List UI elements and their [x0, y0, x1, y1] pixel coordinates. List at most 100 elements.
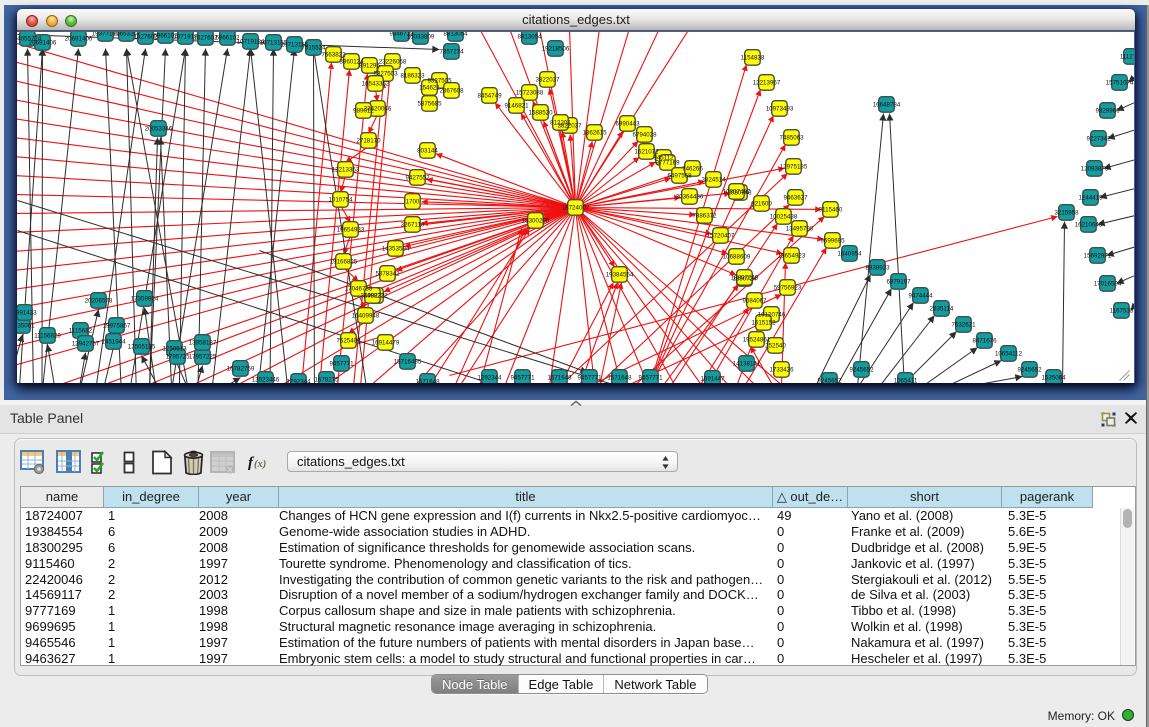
svg-text:8471676: 8471676: [972, 338, 997, 345]
svg-text:6497568: 6497568: [667, 173, 692, 180]
svg-text:3822037: 3822037: [535, 77, 560, 84]
svg-text:9329966: 9329966: [1095, 108, 1120, 115]
svg-text:14353594: 14353594: [382, 246, 410, 253]
svg-text:1065411: 1065411: [894, 378, 918, 384]
svg-text:9084067: 9084067: [742, 298, 767, 305]
svg-text:13654923: 13654923: [778, 253, 806, 260]
svg-text:9227342: 9227342: [1086, 136, 1111, 143]
svg-text:11156829: 11156829: [34, 333, 61, 340]
svg-text:1250513: 1250513: [162, 346, 187, 353]
svg-text:1640954: 1640954: [837, 251, 862, 258]
svg-text:1292344: 1292344: [477, 375, 502, 382]
svg-text:5875685: 5875685: [417, 101, 442, 108]
svg-text:9463627: 9463627: [783, 195, 808, 202]
svg-text:621600: 621600: [751, 201, 772, 208]
svg-text:7515524: 7515524: [301, 45, 326, 52]
svg-text:9457771: 9457771: [329, 361, 354, 368]
svg-text:59756923: 59756923: [774, 285, 802, 292]
svg-text:19384554: 19384554: [606, 272, 634, 279]
svg-text:1535064: 1535064: [1041, 375, 1066, 382]
svg-text:13958187: 13958187: [189, 340, 217, 347]
svg-text:8813054: 8813054: [443, 32, 468, 38]
svg-text:12975185: 12975185: [780, 164, 808, 171]
svg-text:746266: 746266: [682, 166, 703, 173]
svg-text:16120746: 16120746: [758, 312, 786, 319]
svg-text:1010754: 1010754: [328, 197, 353, 204]
svg-text:9699695: 9699695: [820, 238, 845, 245]
svg-text:1795725: 1795725: [165, 354, 190, 361]
svg-text:10025438: 10025438: [770, 214, 798, 221]
svg-text:12213363: 12213363: [332, 167, 360, 174]
svg-text:9115460: 9115460: [819, 207, 843, 214]
svg-text:(x): (x): [254, 459, 266, 470]
svg-text:7663822: 7663822: [321, 52, 346, 59]
svg-text:19975867: 19975867: [103, 323, 131, 330]
svg-text:1571648: 1571648: [415, 379, 440, 384]
svg-text:15716485: 15716485: [394, 359, 422, 366]
svg-text:1615152: 1615152: [751, 320, 776, 327]
svg-text:1244415: 1244415: [1078, 195, 1103, 202]
svg-text:16033809: 16033809: [407, 34, 435, 41]
svg-text:16648784: 16648784: [873, 102, 901, 109]
svg-text:10807487: 10807487: [723, 189, 751, 196]
svg-text:9457771: 9457771: [510, 375, 535, 382]
svg-text:15720407: 15720407: [707, 233, 735, 240]
svg-text:9245652: 9245652: [817, 378, 842, 384]
svg-text:9457771: 9457771: [638, 375, 663, 382]
svg-text:9474444: 9474444: [908, 293, 933, 300]
svg-text:19166825: 19166825: [330, 259, 358, 266]
svg-text:16782759: 16782759: [227, 366, 255, 373]
svg-text:19218506: 19218506: [542, 46, 570, 53]
svg-text:3498222: 3498222: [360, 293, 385, 300]
svg-text:8186323: 8186323: [400, 73, 425, 80]
svg-text:12942757: 12942757: [72, 341, 100, 348]
svg-text:891295: 891295: [359, 63, 380, 70]
svg-text:6879197: 6879197: [886, 279, 911, 286]
svg-text:9245652: 9245652: [849, 367, 874, 374]
svg-text:13495798: 13495798: [786, 226, 814, 233]
svg-text:3824514: 3824514: [701, 177, 726, 184]
svg-text:1435061: 1435061: [17, 323, 35, 330]
svg-text:1112733: 1112733: [1120, 54, 1134, 61]
svg-text:1691447: 1691447: [700, 376, 725, 383]
svg-text:3215958: 3215958: [1054, 210, 1079, 217]
svg-text:3267110: 3267110: [401, 222, 425, 229]
svg-text:23226058: 23226058: [379, 59, 407, 66]
svg-text:19654933: 19654933: [337, 227, 365, 234]
svg-text:12505135: 12505135: [128, 344, 156, 351]
svg-text:989012: 989012: [353, 108, 374, 115]
svg-text:9245652: 9245652: [1017, 367, 1042, 374]
svg-text:16210643: 16210643: [1075, 222, 1103, 229]
svg-text:12213967: 12213967: [753, 80, 781, 87]
svg-text:12093873: 12093873: [1081, 166, 1109, 173]
svg-text:1571648: 1571648: [547, 375, 572, 382]
svg-text:803144: 803144: [417, 148, 438, 155]
svg-text:9777169: 9777169: [655, 160, 680, 167]
svg-text:10654112: 10654112: [995, 351, 1023, 358]
svg-text:8813054: 8813054: [517, 34, 542, 41]
svg-text:18807249: 18807249: [731, 275, 759, 282]
svg-text:20206578: 20206578: [85, 298, 113, 305]
svg-text:10688609: 10688609: [723, 254, 751, 261]
svg-text:16409948: 16409948: [352, 313, 380, 320]
svg-text:252540: 252540: [765, 343, 786, 350]
svg-text:9427552: 9427552: [405, 175, 430, 182]
svg-text:5878342: 5878342: [375, 271, 400, 278]
svg-text:8454749: 8454749: [477, 93, 502, 100]
svg-text:9457771: 9457771: [577, 375, 602, 382]
svg-text:10973493: 10973493: [766, 106, 794, 113]
svg-text:7357274: 7357274: [439, 49, 464, 56]
svg-text:15751074: 15751074: [1106, 80, 1134, 87]
svg-text:6794028: 6794028: [632, 132, 657, 139]
svg-text:15692971: 15692971: [1084, 253, 1112, 260]
svg-text:1991433: 1991433: [17, 310, 37, 317]
svg-text:1115682: 1115682: [69, 328, 93, 335]
svg-text:20053346: 20053346: [145, 126, 173, 133]
svg-text:17957225: 17957225: [189, 354, 217, 361]
svg-text:9327505: 9327505: [427, 78, 452, 85]
svg-text:12923446: 12923446: [252, 377, 280, 384]
svg-text:1700: 1700: [406, 199, 420, 206]
svg-text:18724007: 18724007: [562, 205, 590, 212]
svg-text:7485063: 7485063: [779, 135, 804, 142]
svg-text:7632621: 7632621: [951, 322, 976, 329]
